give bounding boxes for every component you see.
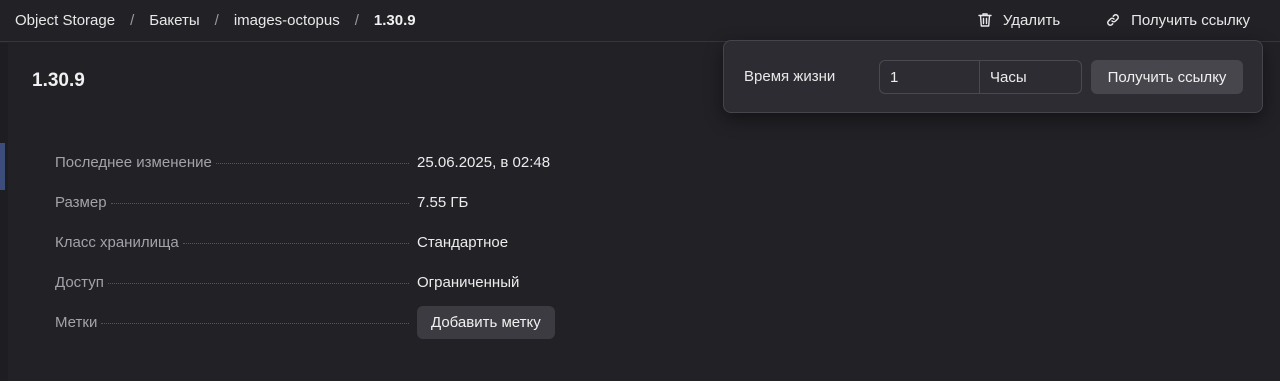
leader-dots (215, 162, 409, 164)
property-label: Метки (55, 313, 98, 331)
property-row-storage-class: Класс хранилища Стандартное (55, 222, 615, 262)
leader-dots (101, 322, 409, 324)
property-row-modified: Последнее изменение 25.06.2025, в 02:48 (55, 142, 615, 182)
property-label-wrap: Размер (55, 194, 417, 211)
object-properties: Последнее изменение 25.06.2025, в 02:48 … (55, 142, 615, 342)
side-strip (0, 43, 8, 381)
app-root: Object Storage / Бакеты / images-octopus… (0, 0, 1280, 381)
add-label-button[interactable]: Добавить метку (417, 305, 555, 339)
breadcrumb-separator: / (130, 11, 135, 29)
property-row-access: Доступ Ограниченный (55, 262, 615, 302)
breadcrumb-separator: / (214, 11, 219, 29)
get-link-button-label: Получить ссылку (1131, 11, 1250, 29)
property-label-wrap: Последнее изменение (55, 154, 417, 171)
property-row-labels: Метки Добавить метку (55, 302, 615, 342)
lifetime-input[interactable] (880, 61, 980, 93)
get-link-submit-button[interactable]: Получить ссылку (1091, 60, 1243, 94)
breadcrumb-item-object-storage[interactable]: Object Storage (15, 12, 115, 29)
property-label-wrap: Доступ (55, 274, 417, 291)
breadcrumb-item-buckets[interactable]: Бакеты (149, 12, 199, 29)
property-label: Последнее изменение (55, 153, 212, 171)
property-value: Стандартное (417, 233, 509, 251)
lifetime-label: Время жизни (744, 68, 836, 85)
get-link-button[interactable]: Получить ссылку (1105, 12, 1250, 29)
property-value: 7.55 ГБ (417, 193, 469, 211)
delete-button[interactable]: Удалить (977, 12, 1060, 29)
get-link-popup: Время жизни Часы Получить ссылку (723, 40, 1263, 113)
breadcrumb-item-bucket[interactable]: images-octopus (234, 12, 340, 29)
property-label-wrap: Класс хранилища (55, 234, 417, 251)
property-label: Класс хранилища (55, 233, 179, 251)
property-row-size: Размер 7.55 ГБ (55, 182, 615, 222)
toolbar-actions: Удалить Получить ссылку (977, 0, 1250, 40)
property-value: Ограниченный (417, 273, 520, 291)
property-value: 25.06.2025, в 02:48 (417, 153, 551, 171)
lifetime-unit-value: Часы (990, 68, 1027, 86)
object-title: 1.30.9 (32, 70, 85, 91)
property-label: Размер (55, 193, 107, 211)
property-label: Доступ (55, 273, 104, 291)
trash-icon (977, 12, 993, 28)
lifetime-unit-select[interactable]: Часы (980, 61, 1081, 93)
property-label-wrap: Метки (55, 314, 417, 331)
top-bar: Object Storage / Бакеты / images-octopus… (0, 0, 1280, 42)
breadcrumb-current: 1.30.9 (373, 11, 416, 29)
leader-dots (107, 282, 409, 284)
leader-dots (182, 242, 409, 244)
breadcrumb: Object Storage / Бакеты / images-octopus… (15, 0, 416, 40)
leader-dots (110, 202, 409, 204)
lifetime-control: Часы (879, 60, 1082, 94)
delete-button-label: Удалить (1002, 11, 1061, 29)
link-icon (1105, 12, 1121, 28)
breadcrumb-separator: / (354, 11, 359, 29)
side-accent (0, 143, 5, 190)
